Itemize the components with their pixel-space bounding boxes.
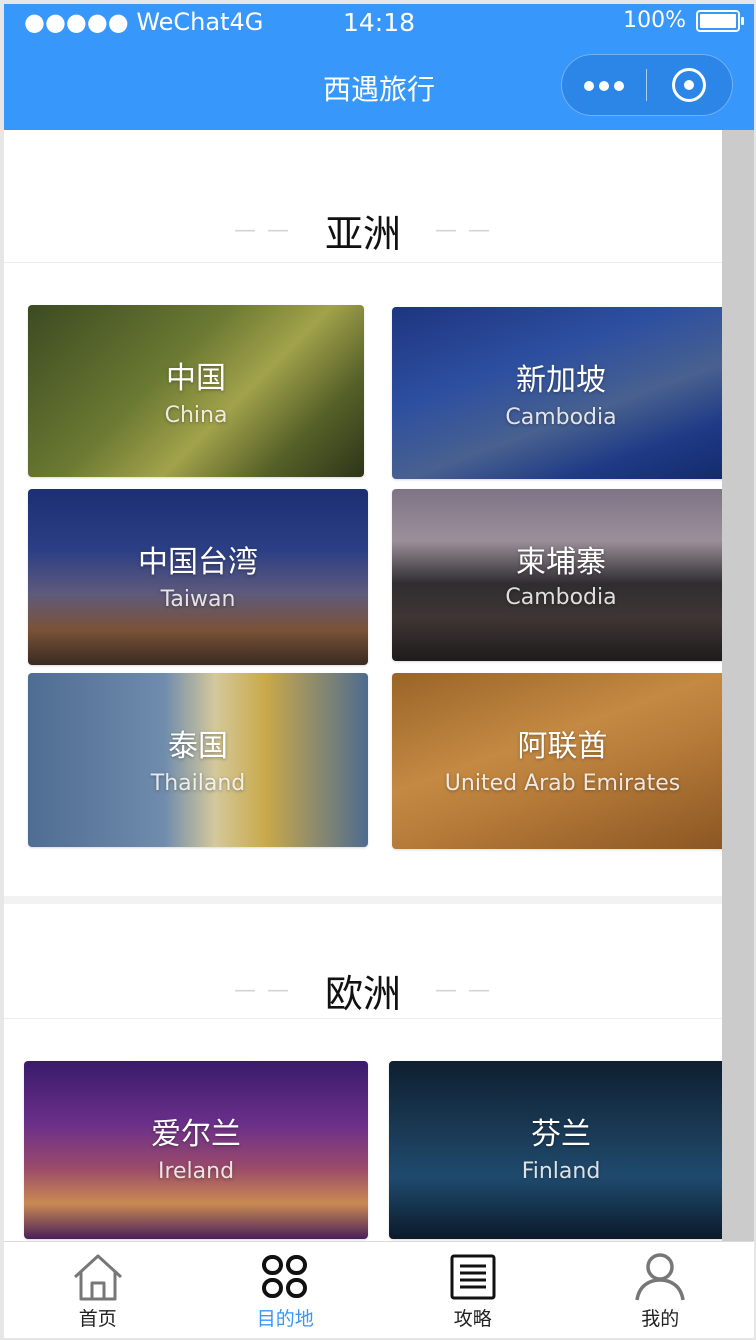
battery-status: 100% [623, 8, 744, 33]
card-title-en: Cambodia [505, 405, 617, 430]
tab-destinations[interactable]: 目的地 [192, 1242, 380, 1338]
destination-card-cambodia[interactable]: 柬埔寨 Cambodia [392, 489, 722, 661]
card-title-en: United Arab Emirates [444, 771, 681, 796]
destination-card-thailand[interactable]: 泰国 Thailand [28, 673, 368, 847]
tab-label: 首页 [78, 1308, 117, 1330]
destination-list[interactable]: — — 亚洲 — — 中国 China 新加坡 Cambodia 中国台湾 Ta… [4, 130, 722, 1241]
tab-home[interactable]: 首页 [4, 1242, 192, 1338]
title-dash-right: — — [435, 977, 492, 1003]
section-header: — — 亚洲 — — [4, 200, 722, 260]
more-dots-icon[interactable] [562, 75, 646, 95]
destination-card-china[interactable]: 中国 China [28, 305, 364, 477]
mini-program-capsule [561, 54, 733, 116]
section-title: 亚洲 [324, 211, 401, 256]
tab-label: 目的地 [256, 1308, 314, 1330]
destination-card-singapore[interactable]: 新加坡 Cambodia [392, 307, 722, 479]
card-title-cn: 新加坡 [516, 363, 606, 398]
card-title-en: China [164, 403, 228, 428]
card-title-cn: 芬兰 [531, 1117, 591, 1152]
card-title-cn: 阿联酋 [517, 729, 608, 764]
title-dash-left: — — [233, 217, 291, 243]
card-title-en: Thailand [150, 771, 246, 796]
section-divider [4, 1018, 722, 1019]
section-europe: — — 欧洲 — — 爱尔兰 Ireland 芬兰 Finland [4, 904, 722, 1241]
title-dash-left: — — [233, 977, 291, 1003]
card-title-cn: 泰国 [168, 729, 228, 764]
card-title-en: Ireland [157, 1159, 235, 1184]
top-bar: ●●●●● WeChat4G 14:18 100% 西遇旅行 [4, 4, 754, 130]
section-asia: — — 亚洲 — — 中国 China 新加坡 Cambodia 中国台湾 Ta… [4, 130, 722, 896]
card-title-en: Cambodia [505, 585, 617, 610]
destination-card-taiwan[interactable]: 中国台湾 Taiwan [28, 489, 368, 665]
target-circle-icon[interactable] [647, 68, 733, 102]
tab-label: 我的 [641, 1308, 680, 1330]
document-icon [445, 1252, 501, 1302]
tab-label: 攻略 [453, 1308, 492, 1330]
title-dash-right: — — [435, 217, 492, 243]
battery-percent: 100% [623, 8, 686, 33]
user-icon [632, 1252, 688, 1302]
section-title: 欧洲 [324, 971, 401, 1016]
tab-profile[interactable]: 我的 [567, 1242, 755, 1338]
card-title-cn: 爱尔兰 [151, 1117, 241, 1152]
card-title-en: Taiwan [160, 587, 236, 612]
card-title-cn: 中国 [166, 361, 226, 396]
home-icon [70, 1252, 126, 1302]
section-separator [4, 896, 722, 904]
destination-card-finland[interactable]: 芬兰 Finland [389, 1061, 722, 1239]
section-header: — — 欧洲 — — [4, 960, 722, 1020]
destination-card-ireland[interactable]: 爱尔兰 Ireland [24, 1061, 368, 1239]
card-title-cn: 中国台湾 [138, 545, 258, 580]
tab-guides[interactable]: 攻略 [379, 1242, 567, 1338]
phone-screen: ●●●●● WeChat4G 14:18 100% 西遇旅行 — — 亚洲 — … [4, 4, 754, 1338]
section-divider [4, 262, 722, 263]
scrollbar[interactable] [722, 130, 754, 1241]
tab-bar: 首页 目的地 攻略 我的 [4, 1241, 754, 1338]
grid-icon [257, 1252, 313, 1302]
card-title-cn: 柬埔寨 [516, 545, 606, 580]
battery-icon [696, 9, 744, 32]
destination-card-uae[interactable]: 阿联酋 United Arab Emirates [392, 673, 722, 849]
battery-fill [700, 13, 736, 28]
card-title-en: Finland [521, 1159, 601, 1184]
